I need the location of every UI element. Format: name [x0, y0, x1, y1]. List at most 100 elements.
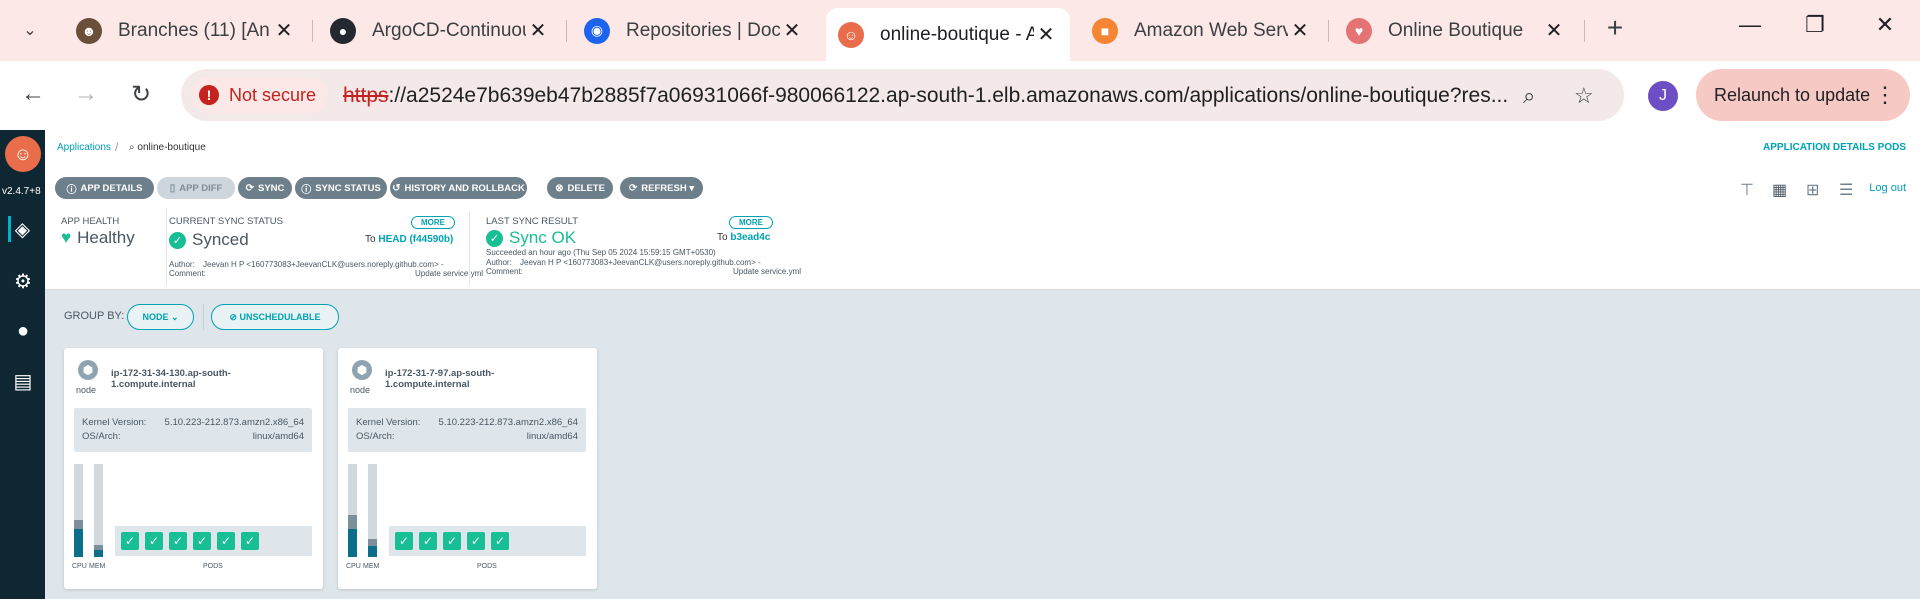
last-sync-revision[interactable]: b3ead4c	[730, 232, 770, 243]
mem-usage-fill	[368, 546, 377, 557]
last-sync-more-button[interactable]: MORE	[729, 216, 773, 229]
close-icon[interactable]: ✕	[526, 18, 550, 43]
tab-separator	[1584, 20, 1585, 42]
node-icon: ⬢	[78, 360, 98, 380]
docs-icon[interactable]: ▤	[10, 368, 36, 394]
sync-status-button[interactable]: ⓘ SYNC STATUS	[295, 177, 387, 199]
unschedulable-button[interactable]: ⊘ UNSCHEDULABLE	[211, 304, 339, 330]
pod-healthy-icon[interactable]: ✓	[443, 532, 461, 550]
browser-tab-2[interactable]: ● ArgoCD-Continuou ✕	[318, 10, 562, 51]
pod-healthy-icon[interactable]: ✓	[395, 532, 413, 550]
zoom-icon[interactable]: ⌕	[1523, 83, 1535, 109]
sync-more-button[interactable]: MORE	[411, 216, 455, 229]
history-rollback-button[interactable]: ↺ HISTORY AND ROLLBACK	[390, 177, 527, 199]
refresh-button[interactable]: ⟳ REFRESH ▾	[620, 177, 703, 199]
logout-link[interactable]: Log out	[1869, 182, 1906, 194]
network-view-icon[interactable]: ⊞	[1806, 180, 1819, 200]
argo-logo[interactable]: ☺	[5, 136, 41, 172]
close-window-icon[interactable]: ✕	[1870, 12, 1900, 38]
tree-view-icon[interactable]: ⊤	[1740, 180, 1754, 200]
mem-bar-fill	[368, 538, 377, 557]
menu-dots-icon[interactable]: ⋮	[1874, 82, 1896, 108]
pod-healthy-icon[interactable]: ✓	[491, 532, 509, 550]
info-icon: ⓘ	[301, 184, 312, 196]
address-bar-row: ← → ↻ ! Not secure https://a2524e7b639eb…	[0, 61, 1920, 130]
tab-separator	[1328, 20, 1329, 42]
os-value: linux/amd64	[526, 431, 578, 442]
breadcrumb-applications[interactable]: Applications	[57, 142, 111, 153]
bookmark-star-icon[interactable]: ☆	[1574, 83, 1594, 109]
restore-icon[interactable]: ❐	[1800, 12, 1830, 38]
app-details-button[interactable]: ⓘ APP DETAILS	[55, 177, 154, 199]
forward-button[interactable]: →	[69, 80, 103, 108]
pod-healthy-icon[interactable]: ✓	[145, 532, 163, 550]
close-icon[interactable]: ✕	[1288, 18, 1312, 43]
refresh-icon: ⟳	[628, 182, 638, 194]
delete-button[interactable]: ⊗ DELETE	[547, 177, 613, 199]
mem-label: MEM	[89, 563, 106, 570]
pods-container: ✓ ✓ ✓ ✓ ✓ ✓	[115, 526, 312, 556]
app-diff-label: APP DIFF	[179, 182, 223, 194]
applications-stack-icon[interactable]: ◈	[8, 216, 34, 242]
tab-title: online-boutique - A	[880, 23, 1034, 45]
pod-healthy-icon[interactable]: ✓	[419, 532, 437, 550]
relaunch-button[interactable]: Relaunch to update ⋮	[1696, 69, 1910, 121]
node-card[interactable]: ⬢ node ip-172-31-7-97.ap-south-1.compute…	[338, 348, 597, 589]
minimize-icon[interactable]: —	[1735, 12, 1765, 38]
author-label: Author:	[169, 260, 195, 269]
os-label: OS/Arch:	[356, 431, 395, 442]
delete-icon: ⊗	[555, 182, 564, 194]
new-tab-button[interactable]: +	[1597, 12, 1633, 44]
tab-title: Repositories | Dock	[626, 19, 780, 41]
browser-tab-5[interactable]: ■ Amazon Web Servi ✕	[1080, 10, 1324, 51]
pod-healthy-icon[interactable]: ✓	[193, 532, 211, 550]
view-tabs[interactable]: APPLICATION DETAILS PODS	[1763, 142, 1906, 153]
group-node-button[interactable]: NODE ⌄	[127, 304, 194, 330]
pod-healthy-icon[interactable]: ✓	[467, 532, 485, 550]
settings-gear-icon[interactable]: ⚙	[10, 268, 36, 294]
pods-view-icon[interactable]: ▦	[1772, 180, 1787, 200]
cpu-request-fill	[74, 520, 83, 529]
close-icon[interactable]: ✕	[780, 18, 804, 43]
url-text[interactable]: https://a2524e7b639eb47b2885f7a06931066f…	[343, 84, 1508, 108]
group-by-label: GROUP BY:	[64, 310, 125, 322]
back-button[interactable]: ←	[16, 80, 50, 108]
sync-icon: ⟳	[245, 182, 254, 194]
mem-bar	[94, 464, 103, 557]
close-icon[interactable]: ✕	[1034, 22, 1058, 47]
cpu-usage-fill	[74, 529, 83, 557]
comment-label: Comment:	[486, 267, 523, 276]
close-icon[interactable]: ✕	[272, 18, 296, 43]
user-icon[interactable]: ●	[10, 318, 36, 344]
profile-avatar[interactable]: J	[1648, 81, 1678, 111]
pod-healthy-icon[interactable]: ✓	[241, 532, 259, 550]
aws-icon: ■	[1092, 17, 1118, 44]
browser-tab-4-active[interactable]: ☺ online-boutique - A ✕	[826, 8, 1070, 61]
app-diff-button[interactable]: ▯ APP DIFF	[157, 177, 235, 199]
sync-button[interactable]: ⟳ SYNC	[238, 177, 292, 199]
node-info: Kernel Version: 5.10.223-212.873.amzn2.x…	[348, 408, 586, 452]
cpu-usage-fill	[348, 529, 357, 557]
close-icon[interactable]: ✕	[1542, 18, 1566, 43]
comment-value: Update service.yml	[733, 267, 802, 276]
pod-healthy-icon[interactable]: ✓	[121, 532, 139, 550]
list-view-icon[interactable]: ☰	[1839, 180, 1853, 200]
omnibox[interactable]: ! Not secure https://a2524e7b639eb47b288…	[181, 69, 1624, 121]
app-details-label: APP DETAILS	[80, 182, 143, 194]
github-icon: ●	[330, 17, 356, 44]
pod-healthy-icon[interactable]: ✓	[169, 532, 187, 550]
browser-tab-6[interactable]: ♥ Online Boutique ✕	[1334, 10, 1578, 51]
sync-revision[interactable]: HEAD (f44590b)	[378, 234, 453, 245]
browser-tab-1[interactable]: ☻ Branches (11) [An U ✕	[64, 10, 308, 51]
tab-title: ArgoCD-Continuou	[372, 19, 526, 41]
author-label: Author:	[486, 258, 512, 267]
reload-button[interactable]: ↻	[124, 80, 158, 109]
last-sync-title: LAST SYNC RESULT	[486, 216, 579, 227]
pod-healthy-icon[interactable]: ✓	[217, 532, 235, 550]
node-card[interactable]: ⬢ node ip-172-31-34-130.ap-south-1.compu…	[64, 348, 323, 589]
node-kind: node	[350, 385, 371, 395]
sync-status-value: ✓ Synced	[169, 230, 249, 250]
browser-tab-3[interactable]: ◉ Repositories | Dock ✕	[572, 10, 816, 51]
security-chip[interactable]: ! Not secure	[191, 77, 329, 113]
tab-search-button[interactable]: ⌄	[12, 12, 48, 48]
